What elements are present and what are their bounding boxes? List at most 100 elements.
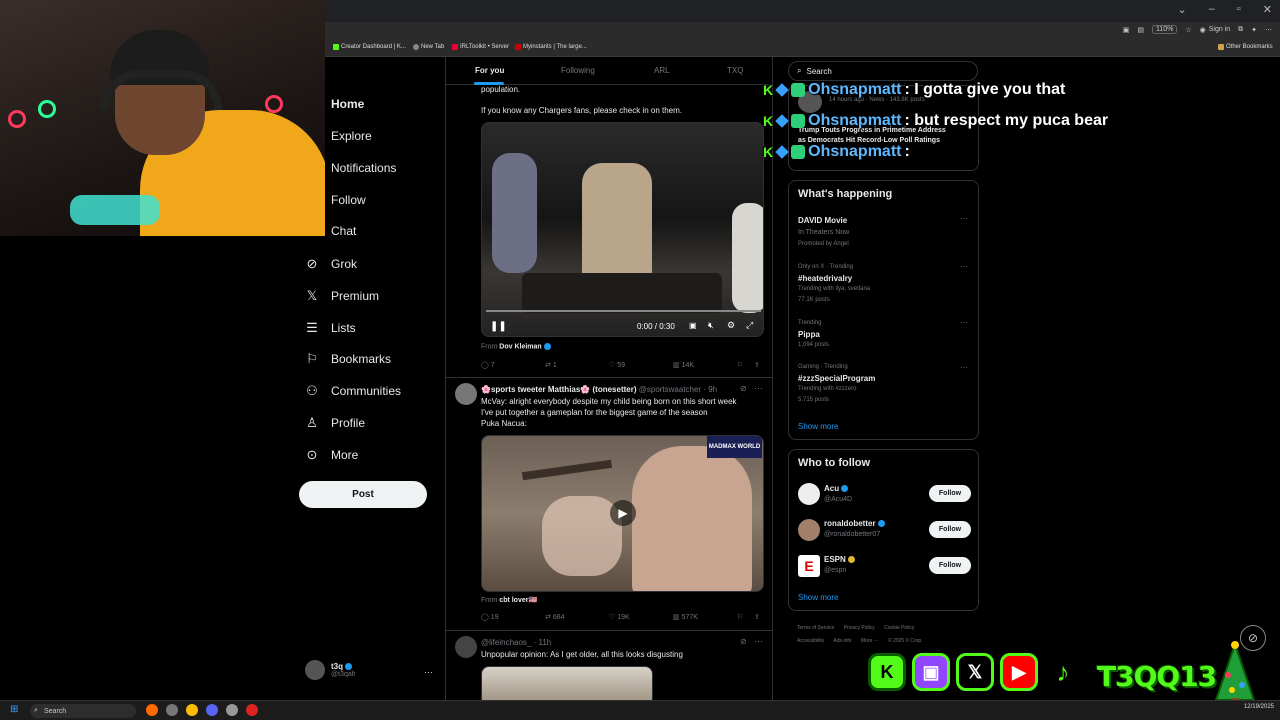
chevron-down-icon[interactable]: ⌄	[1178, 3, 1187, 16]
star-icon[interactable]: ☆	[1185, 26, 1191, 34]
footer-link[interactable]: Privacy Policy	[844, 625, 875, 631]
avatar[interactable]	[455, 383, 477, 405]
reply-action[interactable]: ◯ 7	[481, 361, 495, 369]
captions-icon[interactable]: ▣	[689, 321, 697, 330]
espn-logo-icon[interactable]: E	[798, 555, 820, 577]
close-icon[interactable]: ✕	[1263, 3, 1272, 16]
extensions-icon[interactable]: ▣	[1123, 26, 1130, 34]
obs-icon[interactable]	[246, 704, 258, 716]
views-action[interactable]: ▥ 14K	[673, 361, 694, 369]
fullscreen-icon[interactable]: ⤢	[746, 320, 753, 331]
reply-action[interactable]: ◯ 19	[481, 613, 499, 621]
bookmark-irltoolkit[interactable]: IRLToolkit • Server	[452, 44, 509, 50]
follow-button[interactable]: Follow	[929, 485, 971, 502]
trend-name[interactable]: Pippa	[798, 330, 820, 339]
nav-premium[interactable]: 𝕏 Premium	[303, 288, 379, 304]
nav-follow[interactable]: Follow	[331, 193, 366, 207]
bookmark-new-tab[interactable]: New Tab	[413, 44, 444, 50]
source-name[interactable]: Dov Kleiman	[499, 343, 541, 350]
tab-for-you[interactable]: For you	[475, 66, 504, 75]
nav-more[interactable]: ⊙ More	[303, 447, 359, 463]
tab-following[interactable]: Following	[561, 66, 595, 75]
avatar[interactable]	[455, 636, 477, 658]
sign-in-button[interactable]: ◉ Sign in	[1200, 26, 1231, 34]
more-icon[interactable]: ···	[960, 214, 968, 223]
footer-link[interactable]: More ···	[861, 638, 879, 644]
source-name[interactable]: cbt lover🇺🇸	[499, 597, 537, 604]
pause-icon[interactable]: ❚❚	[490, 321, 507, 332]
trend-name[interactable]: DAVID Movie	[798, 216, 847, 225]
video-player[interactable]: MADMAX WORLD ▶	[481, 435, 764, 592]
nav-communities[interactable]: ⚇ Communities	[303, 383, 401, 399]
app-icon[interactable]	[166, 704, 178, 716]
more-icon[interactable]: ···	[754, 636, 763, 646]
footer-link[interactable]: Accessibility	[797, 638, 824, 644]
repost-action[interactable]: ⇄ 1	[545, 361, 557, 369]
nav-explore[interactable]: Explore	[331, 129, 372, 143]
follow-button[interactable]: Follow	[929, 521, 971, 538]
footer-link[interactable]: Terms of Service	[797, 625, 834, 631]
firefox-icon[interactable]	[146, 704, 158, 716]
nav-bookmarks[interactable]: ⚐ Bookmarks	[303, 351, 391, 367]
reader-icon[interactable]: ▤	[1137, 26, 1144, 34]
settings-icon[interactable]	[226, 704, 238, 716]
copilot-icon[interactable]: ✦	[1251, 26, 1257, 34]
bookmark-myinstants[interactable]: Myinstants | The large...	[515, 44, 587, 50]
tab-txq[interactable]: TXQ	[727, 66, 743, 75]
menu-icon[interactable]: ⋯	[1265, 26, 1272, 34]
follow-button[interactable]: Follow	[929, 557, 971, 574]
taskbar-clock[interactable]: 12/19/2025	[1244, 704, 1274, 711]
suggestion-name[interactable]: Acu	[824, 484, 849, 493]
settings-icon[interactable]: ⚙	[727, 320, 735, 331]
share-action[interactable]: ⇪	[754, 361, 760, 369]
more-icon[interactable]: ···	[960, 318, 968, 327]
windows-start-icon[interactable]: ⊞	[10, 704, 18, 715]
video-progress-bar[interactable]	[486, 310, 761, 312]
maximize-icon[interactable]: ▫	[1237, 3, 1241, 16]
account-more-icon[interactable]: ···	[424, 667, 433, 677]
trend-name[interactable]: #heatedrivalry	[798, 274, 852, 283]
nav-notifications[interactable]: Notifications	[331, 161, 396, 175]
avatar[interactable]	[798, 483, 820, 505]
bookmark-action[interactable]: ⚐	[737, 613, 743, 621]
like-action[interactable]: ♡ 59	[609, 361, 625, 369]
nav-profile[interactable]: ♙ Profile	[303, 415, 365, 431]
zoom-indicator[interactable]: 110%	[1151, 25, 1178, 34]
like-action[interactable]: ♡ 19K	[609, 613, 630, 621]
bookmark-other[interactable]: Other Bookmarks	[1218, 44, 1273, 50]
nav-lists[interactable]: ☰ Lists	[303, 320, 356, 336]
repost-action[interactable]: ⇄ 684	[545, 613, 565, 621]
nav-grok[interactable]: ⊘ Grok	[303, 256, 357, 272]
suggestion-name[interactable]: ESPN	[824, 555, 855, 564]
puzzle-icon[interactable]: ⧉	[1238, 26, 1243, 34]
more-icon[interactable]: ···	[960, 363, 968, 372]
search-input[interactable]: ⌕ Search	[788, 61, 978, 81]
grok-icon[interactable]: ⊘	[740, 637, 747, 646]
video-player[interactable]: ❚❚ 0:00 / 0:30 ▣ 🔇︎ ⚙ ⤢	[481, 122, 764, 337]
bookmark-creator-dashboard[interactable]: Creator Dashboard | K...	[333, 44, 406, 50]
play-icon[interactable]: ▶	[610, 500, 636, 526]
minimize-icon[interactable]: –	[1209, 3, 1215, 16]
views-action[interactable]: ▥ 577K	[673, 613, 698, 621]
footer-link[interactable]: Cookie Policy	[884, 625, 914, 631]
show-more-link[interactable]: Show more	[798, 422, 838, 431]
share-action[interactable]: ⇪	[754, 613, 760, 621]
post-author[interactable]: 🌸sports tweeter Matthias🌸 (tonesetter) @…	[481, 385, 717, 394]
more-icon[interactable]: ···	[960, 262, 968, 271]
taskbar-search[interactable]: ⌕ Search	[30, 704, 136, 718]
avatar[interactable]	[798, 519, 820, 541]
more-icon[interactable]: ···	[754, 383, 763, 393]
nav-home[interactable]: Home	[331, 97, 364, 111]
show-more-link[interactable]: Show more	[798, 593, 838, 602]
bookmark-action[interactable]: ⚐	[737, 361, 743, 369]
grok-icon[interactable]: ⊘	[740, 384, 747, 393]
trend-name[interactable]: #zzzSpecialProgram	[798, 374, 875, 383]
footer-link[interactable]: Ads info	[833, 638, 851, 644]
nav-chat[interactable]: Chat	[331, 224, 356, 238]
tab-arl[interactable]: ARL	[654, 66, 670, 75]
post-button[interactable]: Post	[299, 481, 427, 508]
mute-icon[interactable]: 🔇︎	[708, 320, 714, 331]
post-author[interactable]: @lifeinchaos_ · 11h	[481, 638, 551, 647]
chrome-icon[interactable]	[186, 704, 198, 716]
suggestion-name[interactable]: ronaldobetter	[824, 519, 885, 528]
